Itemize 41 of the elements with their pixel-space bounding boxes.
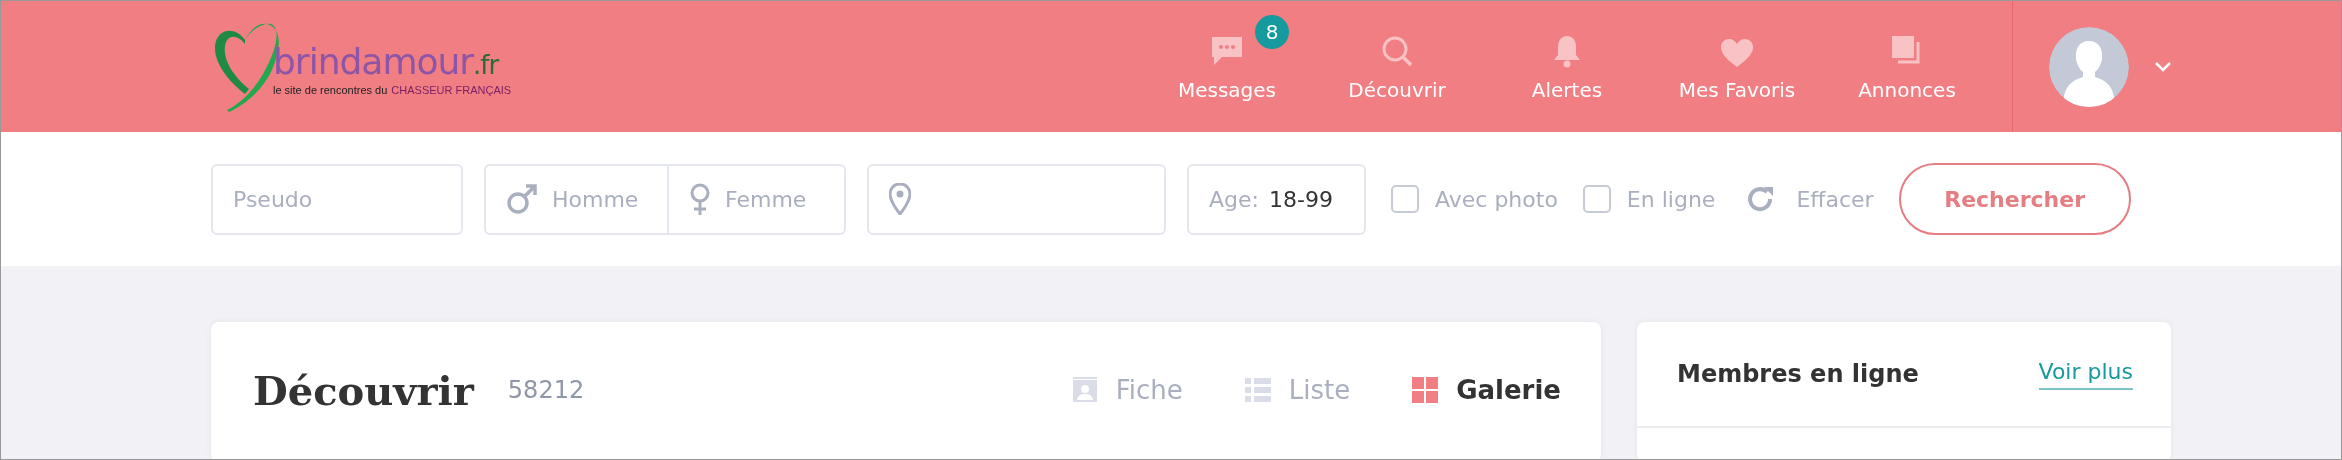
age-field[interactable]: Age: 18-99 [1187,163,1366,235]
refresh-icon[interactable] [1746,185,1775,213]
location-pin-icon [889,183,911,215]
logo-domain: .fr [473,49,499,80]
profile-card-icon [1071,377,1098,403]
checkbox[interactable] [1582,185,1611,213]
nav-link[interactable]: Découvrir [1312,1,1482,132]
nav-link[interactable]: Messages 8 [1142,1,1312,132]
nav-link[interactable]: Alertes [1482,1,1652,132]
result-count: 58212 [507,376,585,404]
male-symbol-icon [506,183,538,215]
female-symbol-icon [689,182,711,216]
search-button[interactable]: Rechercher [1898,163,2131,235]
checkbox[interactable] [1391,185,1419,213]
checkbox-label: En ligne [1626,186,1716,212]
reset-link[interactable]: Effacer [1796,186,1874,212]
view-tab[interactable]: Galerie [1412,375,1561,405]
gender-option[interactable]: Homme [486,165,667,233]
list-icon [1244,377,1271,403]
gender-option[interactable]: Femme [667,165,844,233]
logo-brand-text: CHASSEUR FRANÇAIS [391,83,512,96]
page-title: Découvrir [253,366,474,414]
heart-icon [1720,37,1754,68]
avatar-icon[interactable] [2049,26,2129,107]
location-field[interactable] [867,163,1166,235]
bell-icon [1552,33,1582,68]
nav-link[interactable]: Mes Favoris [1652,1,1822,132]
checkbox-label: Avec photo [1435,186,1558,212]
see-more-link[interactable]: Voir plus [2038,358,2133,390]
age-label: Age: [1209,186,1259,212]
grid-icon [1412,377,1439,403]
logo-text: brindamour [273,40,474,82]
pseudo-field[interactable]: Pseudo [211,163,463,235]
age-range: 18-99 [1268,186,1333,212]
nav-link[interactable]: Annonces [1822,1,1992,132]
count-badge: 8 [1255,15,1289,49]
logo-tagline: le site de rencontres du [273,83,388,96]
chevron-down-icon[interactable] [2155,61,2171,72]
card-title: Membres en ligne [1677,360,1919,388]
view-tab[interactable]: Liste [1244,375,1351,405]
view-tab[interactable]: Fiche [1071,375,1183,405]
